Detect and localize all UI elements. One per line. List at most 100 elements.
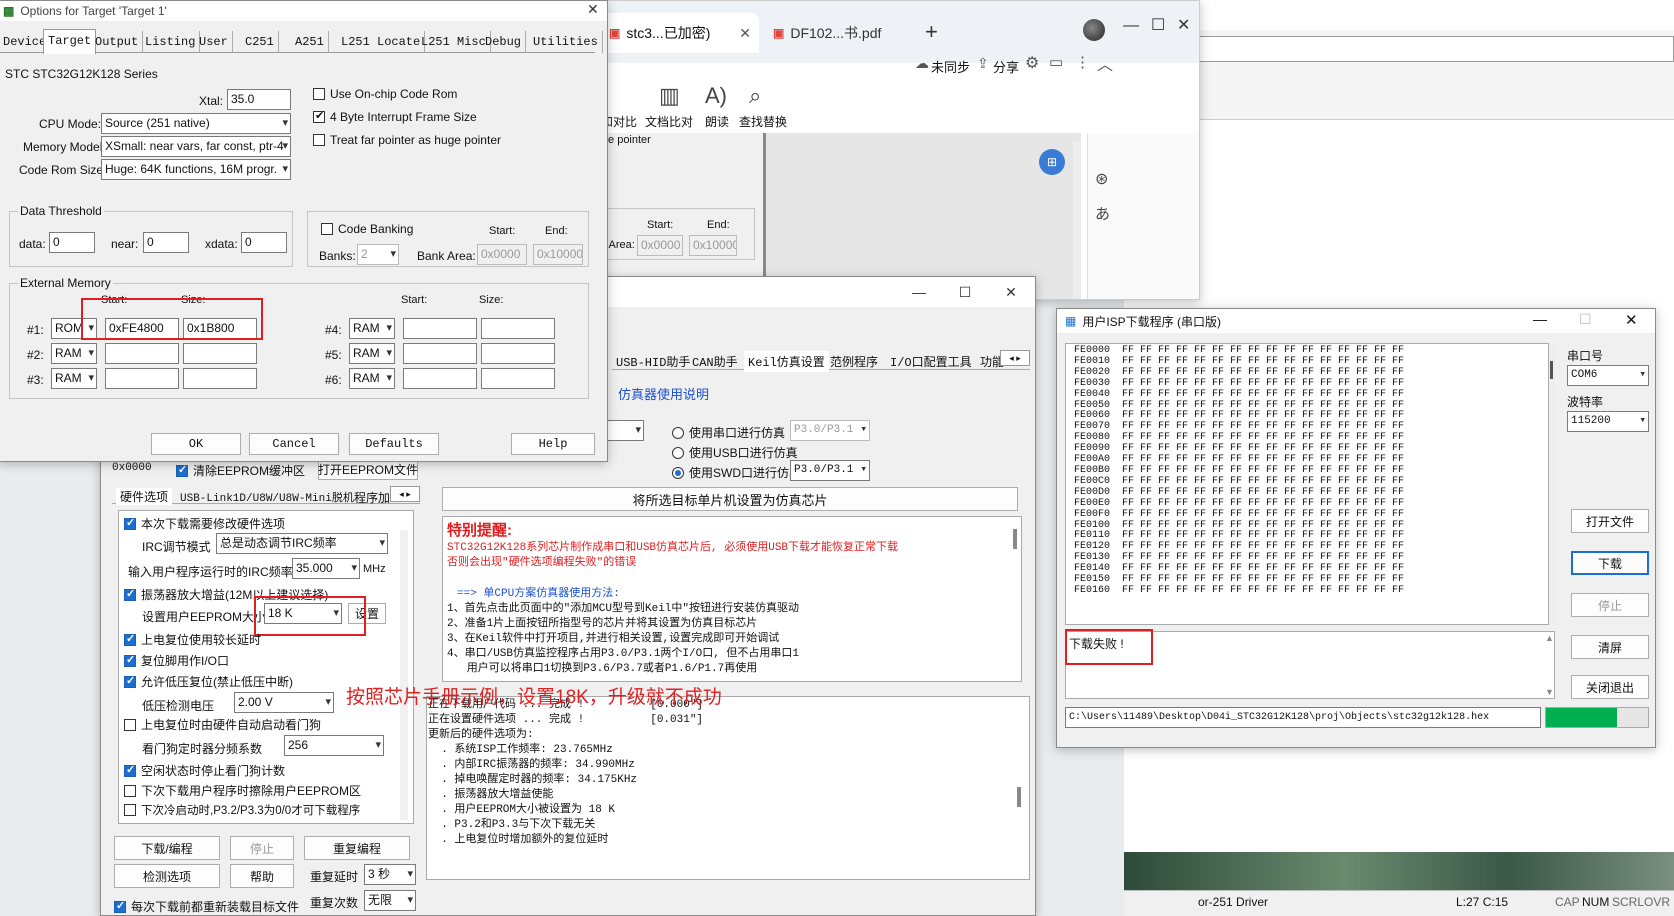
tab-keil-emu[interactable]: Keil仿真设置 — [744, 351, 829, 372]
ext-row-2-size[interactable] — [183, 343, 257, 364]
ext-row-4-start[interactable] — [403, 318, 477, 339]
clear-eeprom-checkbox[interactable]: 清除EEPROM缓冲区 — [176, 462, 305, 479]
log-scrollbar[interactable] — [1017, 787, 1021, 807]
ext-row-3-start[interactable] — [105, 368, 179, 389]
dt-near-input[interactable]: 0 — [143, 232, 189, 253]
hex-file-path[interactable]: C:\Users\11489\Desktop\D04i_STC32G12K128… — [1065, 707, 1541, 728]
lvd-reset-checkbox[interactable]: 允许低压复位(禁止低压中断) — [124, 673, 293, 690]
minimize-icon[interactable]: — — [1533, 311, 1547, 327]
doc-compare-icon[interactable]: ▥ — [659, 83, 680, 109]
notice-scrollbar[interactable] — [1013, 529, 1017, 549]
download-program-button[interactable]: 下载/编程 — [114, 836, 220, 860]
help-button[interactable]: 帮助 — [230, 864, 294, 888]
defaults-button[interactable]: Defaults — [349, 433, 439, 455]
xtal-input[interactable]: 35.0 — [227, 89, 291, 110]
search-icon[interactable]: ⌕ — [749, 83, 761, 109]
status-scroll-up-icon[interactable]: ▲ — [1545, 633, 1554, 643]
maximize-icon[interactable]: ☐ — [1579, 311, 1592, 328]
tab-output[interactable]: Output — [91, 31, 144, 53]
tab-utilities[interactable]: Utilities — [529, 31, 603, 53]
read-aloud-icon[interactable]: A) — [705, 83, 727, 109]
ext-row-4-size[interactable] — [481, 318, 555, 339]
retry-count-select[interactable]: 无限 — [364, 890, 416, 911]
cpu-mode-select[interactable]: Source (251 native) — [101, 113, 291, 134]
sync-icon[interactable]: ☁ — [915, 55, 929, 72]
baud-select[interactable]: 115200 — [1567, 411, 1649, 432]
open-file-button[interactable]: 打开文件 — [1571, 509, 1649, 533]
ext-row-5-start[interactable] — [403, 343, 477, 364]
tab-examples[interactable]: 范例程序 — [830, 353, 878, 370]
collapse-icon[interactable]: ︿ — [1097, 51, 1113, 75]
ext-row-2-start[interactable] — [105, 343, 179, 364]
pdf-scrollbar[interactable] — [1073, 141, 1081, 299]
close-icon[interactable]: ✕ — [739, 25, 751, 42]
tab-usb-hid[interactable]: USB-HID助手 — [616, 353, 690, 370]
tool-doc-compare[interactable]: 文档比对 — [645, 113, 693, 130]
editor-input[interactable] — [1196, 36, 1674, 62]
hw-options-scrollbar[interactable] — [400, 530, 408, 820]
settings-icon[interactable]: ⚙ — [1025, 53, 1039, 73]
close-icon[interactable]: ✕ — [1177, 15, 1190, 35]
ext-row-6-size[interactable] — [481, 368, 555, 389]
stop-button[interactable]: 停止 — [1571, 593, 1649, 617]
reset-io-checkbox[interactable]: 复位脚用作I/O口 — [124, 652, 229, 669]
ok-button[interactable]: OK — [151, 433, 241, 455]
minimize-icon[interactable]: — — [1123, 17, 1139, 35]
comment-icon[interactable]: ▭ — [1049, 53, 1063, 71]
share-button[interactable]: 分享 — [993, 57, 1019, 76]
4byte-frame-checkbox[interactable]: 4 Byte Interrupt Frame Size — [313, 109, 477, 124]
close-icon[interactable]: ✕ — [1625, 311, 1638, 329]
erase-eeprom-checkbox[interactable]: 下次下载用户程序时擦除用户EEPROM区 — [124, 782, 361, 799]
tab-usb-link[interactable]: USB-Link1D/U8W/U8W-Mini脱机 — [180, 489, 354, 505]
tab-target[interactable]: Target — [43, 29, 97, 54]
hex-scrollbar[interactable] — [1549, 343, 1555, 625]
reload-checkbox[interactable]: 每次下载前都重新装载目标文件 — [114, 898, 299, 915]
cold-boot-checkbox[interactable]: 下次冷启动时,P3.2/P3.3为0/0才可下载程序 — [124, 802, 360, 818]
reprogram-button[interactable]: 重复编程 — [304, 836, 410, 860]
download-button[interactable]: 下载 — [1571, 551, 1649, 575]
ext-row-5-size[interactable] — [481, 343, 555, 364]
tab-user[interactable]: User — [195, 31, 233, 53]
browser-tab-active[interactable]: ▣ stc3...已加密) ✕ — [601, 13, 759, 53]
tab-c251[interactable]: C251 — [241, 31, 279, 53]
tab-listing[interactable]: Listing — [141, 31, 201, 53]
ext-row-2-type[interactable]: RAM — [51, 343, 97, 364]
irc-mode-select[interactable]: 总是动态调节IRC频率 — [216, 533, 388, 554]
emu-usb-radio[interactable]: 使用USB口进行仿真 — [672, 444, 798, 461]
right-tab-scroll-arrows[interactable]: ◂ ▸ — [1000, 350, 1030, 366]
modify-hw-checkbox[interactable]: 本次下载需要修改硬件选项 — [124, 515, 285, 532]
ext-row-3-size[interactable] — [183, 368, 257, 389]
tab-debug[interactable]: Debug — [481, 31, 527, 53]
maximize-icon[interactable]: ☐ — [943, 277, 987, 307]
onchip-rom-checkbox[interactable]: Use On-chip Code Rom — [313, 87, 457, 101]
tab-program-add[interactable]: 程序加 — [354, 489, 390, 506]
status-scroll-down-icon[interactable]: ▼ — [1545, 687, 1554, 697]
cancel-button[interactable]: Cancel — [249, 433, 339, 455]
translate-icon[interactable]: あ — [1095, 203, 1110, 224]
ext-row-4-type[interactable]: RAM — [349, 318, 395, 339]
help-button[interactable]: Help — [511, 433, 595, 455]
ext-row-5-type[interactable]: RAM — [349, 343, 395, 364]
tab-l251-misc[interactable]: L251 Misc — [417, 31, 491, 53]
emu-guide-link[interactable]: 仿真器使用说明 — [618, 384, 709, 403]
irc-freq-select[interactable]: 35.000 — [292, 558, 360, 579]
share-icon[interactable]: ⇪ — [977, 55, 989, 72]
hex-scroll-thumb[interactable] — [1550, 361, 1553, 379]
sync-status[interactable]: 未同步 — [931, 57, 970, 76]
close-icon[interactable]: ✕ — [989, 277, 1033, 307]
minimize-icon[interactable]: — — [897, 277, 941, 307]
tab-scroll-arrows[interactable]: ◂ ▸ — [390, 486, 420, 502]
idle-wdt-checkbox[interactable]: 空闲状态时停止看门狗计数 — [124, 762, 285, 779]
clear-screen-button[interactable]: 清屏 — [1571, 635, 1649, 659]
wdt-hw-checkbox[interactable]: 上电复位时由硬件自动启动看门狗 — [124, 716, 321, 733]
more-icon[interactable]: ⋮ — [1075, 53, 1090, 71]
ext-row-6-type[interactable]: RAM — [349, 368, 395, 389]
stop-button[interactable]: 停止 — [230, 836, 294, 860]
tool-find-replace[interactable]: 查找替换 — [739, 113, 787, 130]
code-rom-select[interactable]: Huge: 64K functions, 16M progr. — [101, 159, 291, 180]
set-emu-chip-button[interactable]: 将所选目标单片机设置为仿真芯片 — [442, 487, 1018, 511]
check-options-button[interactable]: 检测选项 — [114, 864, 220, 888]
close-icon[interactable]: ✕ — [587, 1, 599, 18]
tab-l251-locate[interactable]: L251 Locate — [337, 31, 426, 53]
tab-a251[interactable]: A251 — [291, 31, 329, 53]
